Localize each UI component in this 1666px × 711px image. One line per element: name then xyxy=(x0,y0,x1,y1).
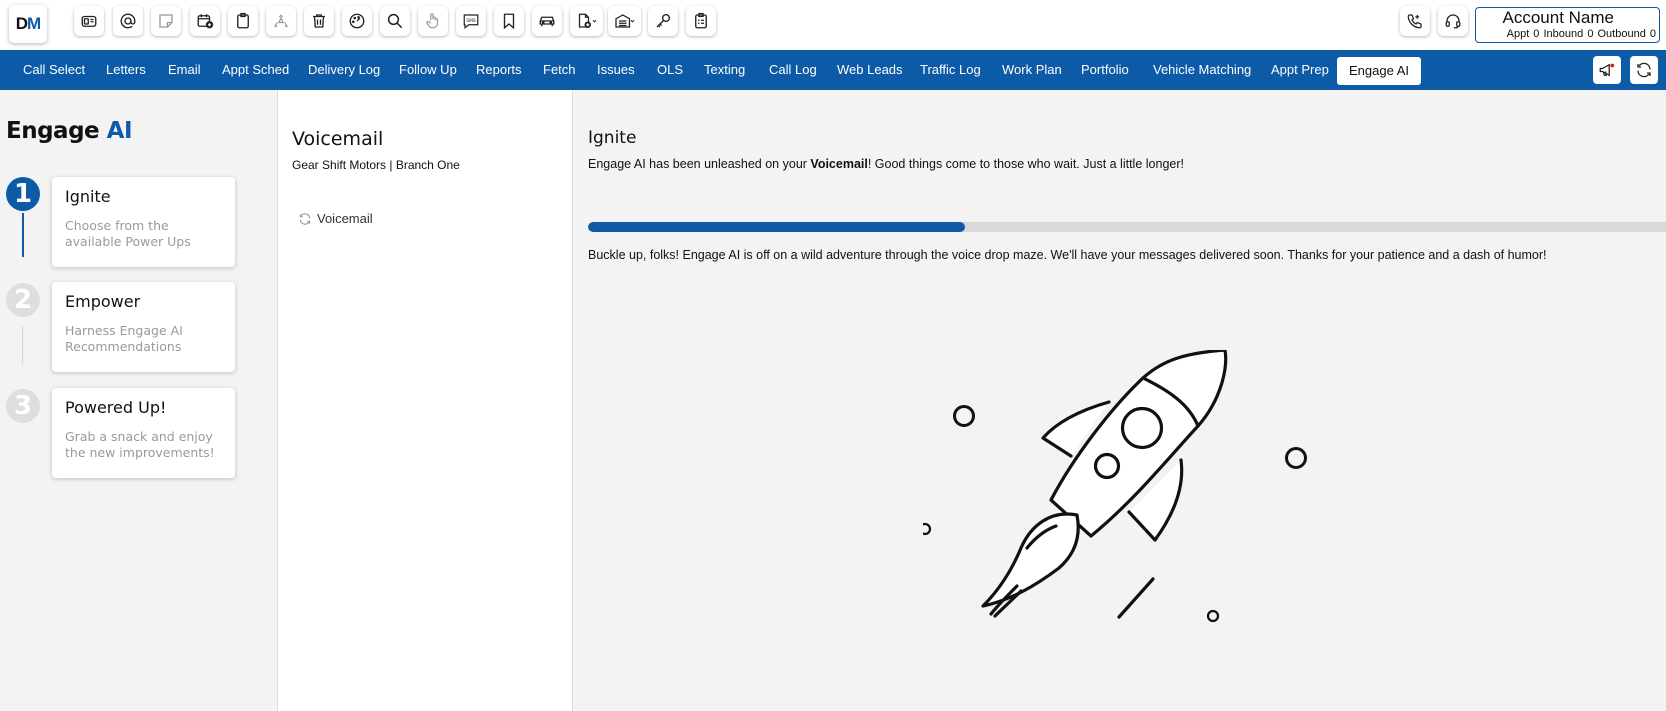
power-ups-panel: Voicemail Gear Shift Motors | Branch One… xyxy=(278,90,573,711)
headset-icon[interactable] xyxy=(1438,6,1468,36)
search-icon[interactable] xyxy=(380,6,410,36)
nav-web-leads[interactable]: Web Leads xyxy=(837,50,903,90)
steps-panel: Engage AI 1 Ignite Choose from the avail… xyxy=(0,90,278,711)
nav-reports[interactable]: Reports xyxy=(476,50,522,90)
phone-call-icon[interactable] xyxy=(1400,6,1430,36)
nav-traffic-log[interactable]: Traffic Log xyxy=(920,50,981,90)
message-suffix: ! Good things come to those who wait. Ju… xyxy=(867,157,1184,171)
step-1-title: Ignite xyxy=(65,187,111,206)
nav-call-select[interactable]: Call Select xyxy=(23,50,85,90)
nav-texting[interactable]: Texting xyxy=(704,50,745,90)
hand-pointer-icon[interactable] xyxy=(418,6,448,36)
car-icon[interactable] xyxy=(532,6,562,36)
at-sign-icon[interactable] xyxy=(113,6,143,36)
outbound-count: Outbound 0 xyxy=(1597,28,1657,40)
appt-count: Appt 0 xyxy=(1506,28,1540,40)
nav-appt-prep[interactable]: Appt Prep xyxy=(1271,50,1329,90)
refresh-icon[interactable] xyxy=(1630,56,1658,84)
nav-engage-ai[interactable]: Engage AI xyxy=(1337,57,1421,85)
step-3-description: Grab a snack and enjoy the new improveme… xyxy=(65,429,215,460)
key-icon[interactable] xyxy=(648,6,678,36)
inbound-count: Inbound 0 xyxy=(1543,28,1594,40)
rocket-illustration xyxy=(923,350,1307,623)
step-3-title: Powered Up! xyxy=(65,398,167,417)
nav-letters[interactable]: Letters xyxy=(106,50,146,90)
recycle-icon[interactable] xyxy=(266,6,296,36)
sms-label: SMS xyxy=(466,18,476,24)
bookmark-icon[interactable] xyxy=(494,6,524,36)
ignite-panel: Ignite Engage AI has been unleashed on y… xyxy=(573,90,1666,711)
account-stats: Appt 0 Inbound 0 Outbound 0 xyxy=(1507,28,1656,40)
step-2-number: 2 xyxy=(6,283,40,317)
step-1-description: Choose from the available Power Ups xyxy=(65,218,191,249)
nav-vehicle-matching[interactable]: Vehicle Matching xyxy=(1153,50,1251,90)
nav-email[interactable]: Email xyxy=(168,50,201,90)
nav-work-plan[interactable]: Work Plan xyxy=(1002,50,1062,90)
sms-icon[interactable]: SMS xyxy=(456,6,486,36)
speedometer-icon[interactable] xyxy=(342,6,372,36)
sync-icon xyxy=(299,212,311,225)
progress-fill xyxy=(588,222,966,232)
step-3-card[interactable]: Powered Up! Grab a snack and enjoy the n… xyxy=(52,388,235,478)
step-2-card[interactable]: Empower Harness Engage AI Recommendation… xyxy=(52,282,235,372)
progress-bar xyxy=(588,222,1666,232)
ignite-message: Engage AI has been unleashed on your Voi… xyxy=(588,157,1184,171)
dealer-branch: Gear Shift Motors | Branch One xyxy=(292,158,460,172)
step-1-connector xyxy=(22,213,24,257)
power-ups-title: Voicemail xyxy=(292,128,384,150)
nav-call-log[interactable]: Call Log xyxy=(769,50,817,90)
sticky-note-icon[interactable] xyxy=(151,6,181,36)
nav-follow-up[interactable]: Follow Up xyxy=(399,50,457,90)
progress-note: Buckle up, folks! Engage AI is off on a … xyxy=(588,248,1547,262)
step-1-card[interactable]: Ignite Choose from the available Power U… xyxy=(52,177,235,267)
step-2-description: Harness Engage AI Recommendations xyxy=(65,323,183,354)
message-highlight: Voicemail xyxy=(810,157,868,171)
title-main: Engage xyxy=(6,118,100,144)
calendar-add-icon[interactable] xyxy=(190,6,220,36)
step-3-number: 3 xyxy=(6,389,40,423)
step-2-title: Empower xyxy=(65,292,141,311)
steps-panel-title: Engage AI xyxy=(6,118,133,144)
power-up-label: Voicemail xyxy=(317,211,373,226)
step-2-connector xyxy=(22,326,23,364)
message-prefix: Engage AI has been unleashed on your xyxy=(588,157,811,171)
nav-fetch[interactable]: Fetch xyxy=(543,50,576,90)
ignite-title: Ignite xyxy=(588,128,637,148)
clipboard-icon[interactable] xyxy=(228,6,258,36)
nav-issues[interactable]: Issues xyxy=(597,50,635,90)
step-1-number: 1 xyxy=(6,177,40,211)
new-document-icon[interactable] xyxy=(570,6,603,36)
nav-portfolio[interactable]: Portfolio xyxy=(1081,50,1129,90)
nav-delivery-log[interactable]: Delivery Log xyxy=(308,50,380,90)
garage-icon[interactable] xyxy=(608,6,641,36)
megaphone-icon[interactable] xyxy=(1593,56,1621,84)
app-logo[interactable]: DM xyxy=(9,5,47,43)
main-nav: Call Select Letters Email Appt Sched Del… xyxy=(0,50,1666,90)
power-up-item-voicemail[interactable]: Voicemail xyxy=(298,211,373,226)
nav-appt-sched[interactable]: Appt Sched xyxy=(222,50,289,90)
account-summary[interactable]: Account Name Appt 0 Inbound 0 Outbound 0 xyxy=(1475,7,1660,43)
account-name: Account Name xyxy=(1502,8,1615,27)
title-accent: AI xyxy=(106,118,133,144)
nav-ols[interactable]: OLS xyxy=(657,50,683,90)
top-toolbar: DM SMS Account Name Appt 0 Inbound 0 Out… xyxy=(0,0,1666,50)
trash-icon[interactable] xyxy=(304,6,334,36)
checklist-icon[interactable] xyxy=(686,6,716,36)
desk-phone-icon[interactable] xyxy=(74,6,104,36)
